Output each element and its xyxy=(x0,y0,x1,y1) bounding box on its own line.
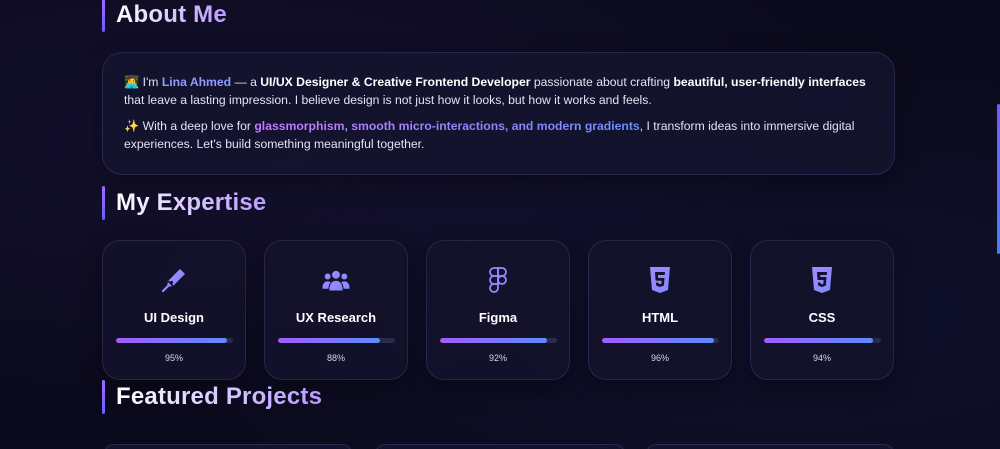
skill-name: HTML xyxy=(641,310,679,325)
skill-percent: 92% xyxy=(488,353,507,363)
about-highlight: beautiful, user-friendly interfaces xyxy=(673,75,866,89)
skill-progress-fill xyxy=(601,338,714,343)
expertise-heading: My Expertise xyxy=(102,186,266,220)
skill-percent: 88% xyxy=(326,353,345,363)
skill-progress-fill xyxy=(115,338,227,343)
skill-card-figma[interactable]: Figma 92% xyxy=(426,240,570,380)
users-icon xyxy=(321,265,351,295)
skill-progress-fill xyxy=(439,338,548,343)
projects-title: Featured Projects xyxy=(116,383,323,410)
heading-accent-bar xyxy=(102,0,105,32)
skill-card-ux-research[interactable]: UX Research 88% xyxy=(264,240,408,380)
skill-card-ui-design[interactable]: UI Design 95% xyxy=(102,240,246,380)
heading-accent-bar xyxy=(102,380,105,414)
skill-progress-track xyxy=(277,338,395,343)
skill-percent: 96% xyxy=(650,353,669,363)
about-paragraph-1: 👩‍💻 I'm Lina Ahmed — a UI/UX Designer & … xyxy=(124,75,866,107)
heading-accent-bar xyxy=(102,186,105,220)
about-card: 👩‍💻 I'm Lina Ahmed — a UI/UX Designer & … xyxy=(102,52,895,175)
skill-name: UI Design xyxy=(144,310,204,325)
about-paragraph-2: ✨ With a deep love for glassmorphism, sm… xyxy=(124,119,855,151)
skill-progress-track xyxy=(115,338,233,343)
about-name: Lina Ahmed xyxy=(161,75,232,89)
expertise-title: My Expertise xyxy=(116,189,267,216)
projects-heading: Featured Projects xyxy=(102,380,322,414)
about-title: About Me xyxy=(116,1,227,28)
project-card[interactable] xyxy=(375,444,625,449)
skill-progress-fill xyxy=(277,338,381,343)
skill-name: UX Research xyxy=(295,310,377,325)
skill-progress-fill xyxy=(763,338,874,343)
about-role: UI/UX Designer & Creative Frontend Devel… xyxy=(260,75,531,89)
skill-progress-track xyxy=(439,338,557,343)
css3-icon xyxy=(807,265,837,295)
html5-icon xyxy=(645,265,675,295)
skill-progress-track xyxy=(601,338,719,343)
skill-percent: 94% xyxy=(812,353,831,363)
skill-card-css[interactable]: CSS 94% xyxy=(750,240,894,380)
sparkles-emoji-icon: ✨ xyxy=(124,119,140,133)
skill-card-html[interactable]: HTML 96% xyxy=(588,240,732,380)
about-gradient-highlight: glassmorphism, smooth micro-interactions… xyxy=(254,119,640,133)
skill-name: Figma xyxy=(478,310,518,325)
project-card[interactable] xyxy=(646,444,894,449)
developer-emoji-icon: 👩‍💻 xyxy=(124,75,140,89)
skill-name: CSS xyxy=(808,310,836,325)
pen-nib-icon xyxy=(159,265,189,295)
project-card[interactable] xyxy=(104,444,352,449)
skill-percent: 95% xyxy=(164,353,183,363)
skills-grid: UI Design 95% UX Research 88% Figma 92% … xyxy=(102,240,894,380)
about-heading: About Me xyxy=(102,0,227,32)
skill-progress-track xyxy=(763,338,881,343)
figma-icon xyxy=(483,265,513,295)
